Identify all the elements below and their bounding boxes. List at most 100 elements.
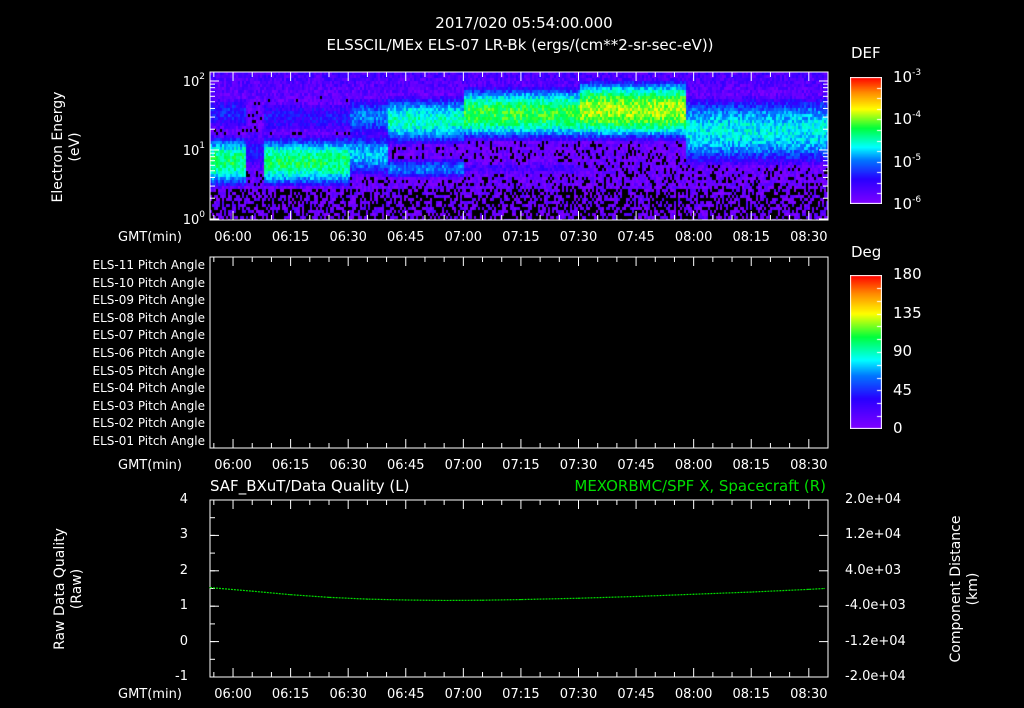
time-tick-label: 06:15 [271,687,310,702]
time-tick-label: 08:15 [732,458,770,473]
spf-x-point [808,588,810,590]
time-tick-label: 06:30 [329,458,367,473]
tick-base: 10 [893,110,913,129]
spf-x-point [328,596,330,598]
energy-tick-label: 100 [182,210,205,228]
time-tick-label: 08:30 [790,230,828,245]
tick-exp: -4 [912,110,922,121]
tick-exp: 1 [199,141,205,151]
left-tick-label: 2 [179,562,188,578]
time-tick-label: 07:15 [502,458,540,473]
time-tick-label: 08:00 [674,458,713,473]
tick-base: 10 [182,75,200,90]
left-tick-label: 3 [179,527,188,543]
def-colorbar-label: DEF [851,44,881,62]
time-tick-label: 06:30 [329,230,367,245]
spf-x-point [290,594,292,596]
right-tick-label: -2.0e+04 [845,669,906,684]
deg-colorbar-label: Deg [851,243,882,261]
right-tick-label: 4.0e+03 [845,562,902,578]
spf-x-point [635,595,637,598]
tick-base: 10 [893,152,913,171]
spf-x-point [366,598,368,600]
data-quality-axis-label-line1: Raw Data Quality [52,528,68,650]
right-series-title: MEXORBMC/SPF X, Spacecraft (R) [574,477,826,495]
distance-axis-label-line1: Component Distance [948,515,964,663]
time-tick-label: 07:00 [444,230,483,245]
def-colorbar-tick-label: 10-3 [893,69,921,85]
time-tick-label: 06:00 [214,458,252,473]
def-colorbar-tick-label: 10-6 [893,196,921,212]
tick-exp: 0 [199,210,205,220]
pitch-angle-row-label: ELS-01 Pitch Angle [92,434,205,448]
time-tick-label: 08:00 [674,230,713,245]
pitch-angle-row-label: ELS-06 Pitch Angle [92,346,205,360]
def-colorbar-tick-label: 10-5 [893,152,922,171]
time-tick-label: 07:15 [502,230,540,245]
time-tick-label: 07:30 [559,458,598,473]
time-axis-label: GMT(min) [118,458,182,473]
pitch-angle-row-label: ELS-03 Pitch Angle [92,398,205,413]
time-tick-label: 08:15 [732,230,770,245]
pitch-angle-row-label: ELS-02 Pitch Angle [92,416,205,431]
pitch-angle-row-label: ELS-05 Pitch Angle [92,363,205,378]
tick-exp: 2 [199,72,205,82]
time-tick-label: 07:00 [444,458,483,473]
time-tick-label: 06:45 [387,230,425,245]
left-tick-label: 1 [179,598,188,614]
time-tick-label: 07:15 [502,687,540,702]
time-tick-label: 07:45 [617,687,655,702]
time-tick-label: 07:45 [617,230,655,245]
distance-axis-label: Component Distance (km) [948,509,982,669]
time-tick-label: 06:30 [329,687,367,702]
spf-x-point [405,599,407,601]
time-tick-label: 06:00 [214,230,252,245]
right-tick-label: -4.0e+03 [845,598,906,614]
pitch-angle-frame [209,256,829,449]
deg-colorbar-tick-label: 135 [893,303,922,322]
energy-tick-label: 102 [182,72,205,90]
time-tick-label: 06:45 [387,687,425,702]
spf-x-series-line [209,587,825,602]
plot-window: 2017/020 05:54:00.000 ELSSCIL/MEx ELS-07… [0,0,1024,708]
spf-x-point [481,599,484,601]
tick-exp: -5 [912,152,922,163]
deg-colorbar-tick-label: 45 [893,380,913,399]
pitch-angle-row-label: ELS-10 Pitch Angle [92,275,205,290]
energy-tick-label: 101 [183,141,205,159]
data-quality-axis-label: Raw Data Quality (Raw) [52,514,86,664]
pitch-angle-row-label: ELS-11 Pitch Angle [92,258,205,272]
line-plot-frame [209,499,829,678]
energy-axis-label: Electron Energy (eV) [50,72,84,222]
spf-x-point [750,591,752,593]
tick-base: 10 [182,213,200,228]
spf-x-point [251,590,253,592]
time-axis-label: GMT(min) [118,687,182,702]
deg-colorbar-tick-label: 0 [893,419,903,437]
pitch-angle-row-label: ELS-09 Pitch Angle [92,293,205,308]
time-tick-label: 08:30 [790,687,828,702]
deg-colorbar-tick-label: 90 [893,342,913,360]
left-tick-label: 4 [179,492,188,507]
time-tick-label: 06:00 [214,687,252,702]
time-tick-label: 08:15 [732,687,770,702]
pitch-angle-row-label: ELS-04 Pitch Angle [92,381,205,396]
spf-x-point [520,598,522,601]
time-tick-label: 07:00 [444,687,483,702]
tick-base: 10 [893,68,913,86]
right-tick-label: 2.0e+04 [845,492,902,507]
pitch-angle-row-label: ELS-08 Pitch Angle [92,310,205,325]
def-colorbar-tick-label: 10-4 [893,111,921,127]
spf-x-point [443,599,445,602]
deg-colorbar-tick-label: 180 [893,265,922,283]
left-series-title: SAF_BXuT/Data Quality (L) [210,477,410,495]
time-tick-label: 07:45 [617,458,655,473]
spectrogram-frame [209,71,829,221]
time-tick-label: 06:15 [271,230,310,245]
spf-x-point [823,587,825,590]
data-quality-axis-label-line2: (Raw) [69,568,85,610]
right-tick-label: 1.2e+04 [845,527,902,543]
time-tick-label: 06:15 [271,458,310,473]
tick-exp: -6 [912,195,922,205]
spf-x-point [577,597,580,599]
